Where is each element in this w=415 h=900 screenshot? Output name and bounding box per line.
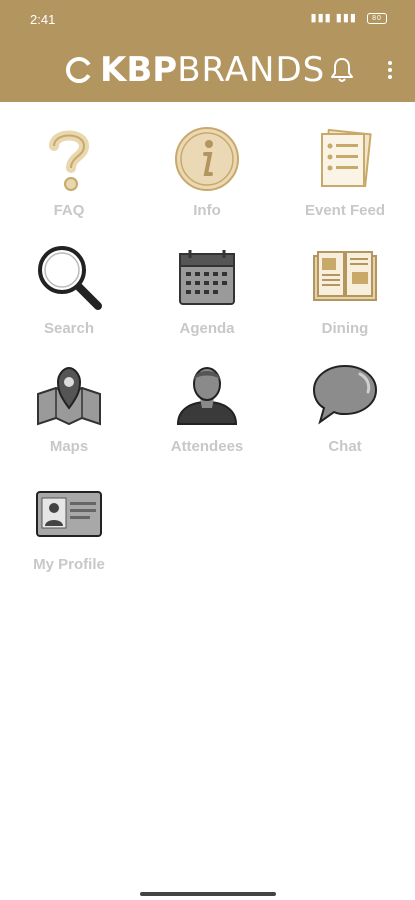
info-icon bbox=[175, 127, 239, 191]
tile-label: Chat bbox=[328, 438, 362, 455]
question-icon bbox=[49, 130, 90, 191]
tile-info[interactable]: Info bbox=[138, 118, 276, 228]
brand-name-light: BRANDS bbox=[177, 50, 326, 90]
event-feed-icon bbox=[321, 128, 372, 188]
home-indicator[interactable] bbox=[140, 892, 276, 896]
tile-agenda[interactable]: Agenda bbox=[138, 236, 276, 346]
tile-label: Info bbox=[193, 202, 221, 219]
magnifier-icon bbox=[38, 246, 102, 310]
battery-icon: 80 bbox=[367, 12, 387, 24]
map-pin-icon bbox=[37, 366, 101, 426]
tile-my-profile[interactable]: My Profile bbox=[0, 472, 138, 582]
tile-label: Dining bbox=[321, 320, 369, 337]
calendar-icon bbox=[179, 250, 235, 305]
tile-attendees[interactable]: Attendees bbox=[138, 354, 276, 464]
tile-chat[interactable]: Chat bbox=[276, 354, 414, 464]
tile-label: Search bbox=[43, 320, 95, 337]
person-icon bbox=[176, 367, 238, 425]
status-time: 2:41 bbox=[30, 12, 56, 27]
notification-bell-icon[interactable] bbox=[330, 56, 354, 84]
tile-maps[interactable]: Maps bbox=[0, 354, 138, 464]
menu-book-icon bbox=[313, 251, 377, 301]
brand-mark-icon bbox=[66, 57, 92, 83]
status-icons: ▮▮▮ ▮▮▮ 80 bbox=[311, 11, 387, 24]
tile-label: Agenda bbox=[179, 320, 235, 337]
tile-label: My Profile bbox=[33, 556, 105, 573]
more-options-icon[interactable] bbox=[380, 58, 400, 84]
tile-label: Attendees bbox=[170, 438, 244, 455]
tile-event-feed[interactable]: Event Feed bbox=[276, 118, 414, 228]
chat-bubble-icon bbox=[312, 364, 378, 425]
tile-dining[interactable]: Dining bbox=[276, 236, 414, 346]
signal-icon: ▮▮▮ ▮▮▮ bbox=[310, 12, 357, 24]
id-card-icon bbox=[36, 491, 102, 537]
tile-label: Maps bbox=[49, 438, 89, 455]
tile-faq[interactable]: FAQ bbox=[0, 118, 138, 228]
app-header: 2:41 ▮▮▮ ▮▮▮ 80 KBP BRANDS bbox=[0, 0, 415, 102]
status-bar: 2:41 ▮▮▮ ▮▮▮ 80 bbox=[0, 0, 415, 34]
tile-label: Event Feed bbox=[304, 202, 386, 219]
tile-label: FAQ bbox=[53, 202, 85, 219]
brand-name-bold: KBP bbox=[100, 50, 178, 90]
tile-search[interactable]: Search bbox=[0, 236, 138, 346]
brand-logo: KBP BRANDS bbox=[66, 50, 325, 90]
